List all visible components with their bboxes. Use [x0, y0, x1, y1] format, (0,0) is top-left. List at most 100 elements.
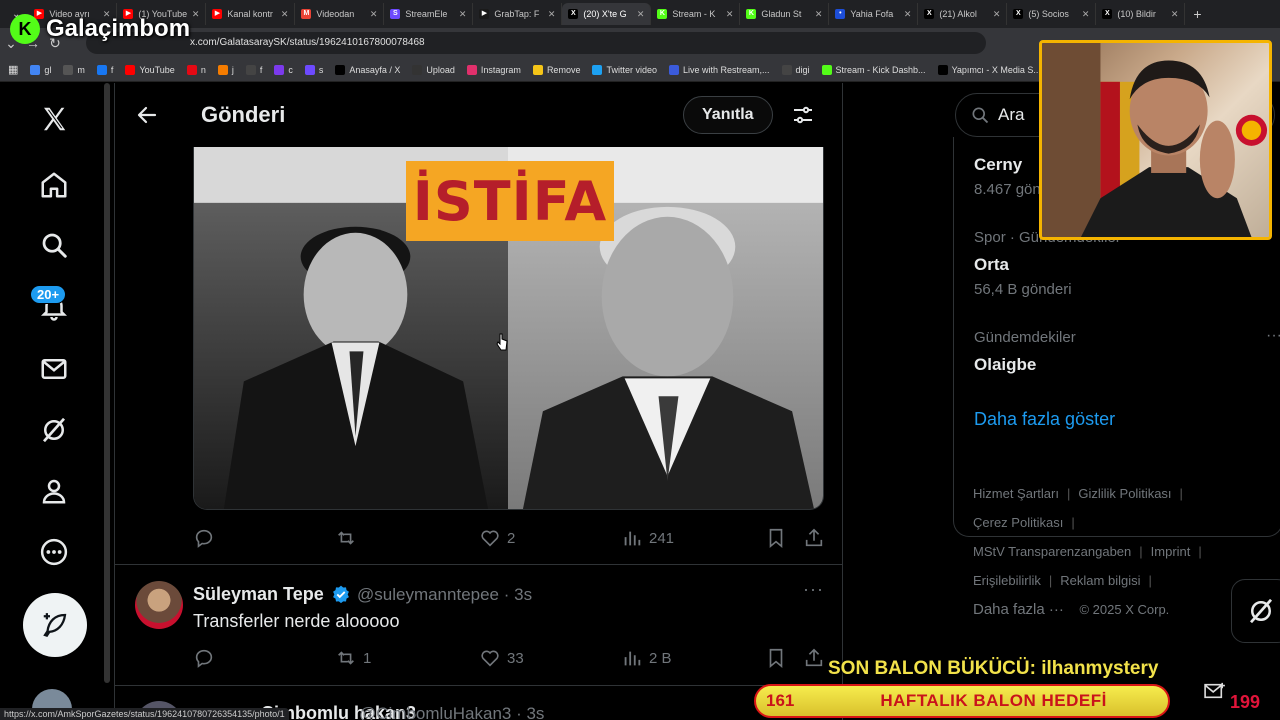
bookmark-item[interactable]: Live with Restream,... [668, 64, 770, 75]
tab-close-icon[interactable]: ✕ [637, 9, 645, 20]
bookmark-label: j [231, 64, 234, 75]
browser-tab[interactable]: X (10) Bildir ✕ [1096, 3, 1186, 25]
bookmark-favicon-icon [412, 64, 423, 75]
sliders-settings-icon[interactable] [791, 103, 815, 127]
tab-close-icon[interactable]: ✕ [904, 9, 912, 20]
bookmark-item[interactable]: gl [30, 64, 51, 75]
tab-close-icon[interactable]: ✕ [459, 9, 467, 20]
bookmark-item[interactable]: Stream - Kick Dashb... [821, 64, 926, 75]
profile-icon[interactable] [36, 473, 72, 509]
bookmark-item[interactable]: digi [781, 64, 810, 75]
grok-icon[interactable] [36, 412, 72, 448]
bookmark-item[interactable]: m [63, 64, 85, 75]
show-more-link[interactable]: Daha fazla göster [974, 409, 1115, 430]
url-field[interactable]: x.com/GalatasaraySK/status/1962410167800… [86, 32, 986, 54]
bookmark-action[interactable] [765, 527, 787, 549]
home-icon[interactable] [36, 167, 72, 203]
tab-close-icon[interactable]: ✕ [1082, 9, 1090, 20]
repost-action[interactable] [335, 527, 363, 549]
tab-favicon-icon: X [568, 9, 579, 19]
more-options-icon[interactable] [36, 534, 72, 570]
footer-link[interactable]: Erişilebilirlik [973, 573, 1041, 588]
share-action[interactable] [803, 527, 825, 549]
left-scrollbar[interactable] [104, 83, 110, 683]
repost-icon [338, 651, 354, 665]
footer-link[interactable]: Imprint [1151, 544, 1191, 559]
bookmark-item[interactable]: f [245, 64, 262, 75]
bookmark-item[interactable]: Twitter video [592, 64, 657, 75]
x-logo-icon[interactable] [36, 101, 72, 137]
tab-close-icon[interactable]: ✕ [1171, 9, 1179, 20]
bookmark-item[interactable]: Anasayfa / X [335, 64, 400, 75]
trend-name[interactable]: Cerny [974, 155, 1022, 175]
bookmark-item[interactable]: f [96, 64, 113, 75]
reply-action[interactable] [193, 527, 221, 549]
trend-name[interactable]: Orta [974, 255, 1009, 275]
bookmark-item[interactable]: Upload [412, 64, 455, 75]
new-tab-button[interactable]: + [1185, 6, 1209, 22]
search-input[interactable]: Ara [998, 105, 1024, 125]
webcam-overlay [1039, 40, 1272, 240]
tab-close-icon[interactable]: ✕ [993, 9, 1001, 20]
footer-more-link[interactable]: Daha fazla ··· [973, 601, 1064, 618]
tab-close-icon[interactable]: ✕ [726, 9, 734, 20]
like-action[interactable]: 33 [479, 647, 524, 669]
bookmark-favicon-icon [30, 64, 41, 75]
footer-link[interactable]: MStV Transparenzangaben [973, 544, 1131, 559]
reply-author-handle[interactable]: @CimbomluHakan3 · 3s [359, 704, 544, 720]
footer-link[interactable]: Hizmet Şartları [973, 486, 1059, 501]
bookmark-action[interactable] [765, 647, 787, 669]
bookmark-label: m [77, 64, 85, 75]
apps-grid-icon[interactable]: ▦ [8, 63, 18, 76]
bookmark-item[interactable]: Yapımcı - X Media S... [937, 64, 1041, 75]
tab-favicon-icon: X [1102, 9, 1113, 19]
trend-more-dots-icon[interactable]: ··· [1266, 327, 1280, 345]
trend-name[interactable]: Olaigbe [974, 355, 1036, 375]
messages-mail-icon[interactable] [36, 351, 72, 387]
browser-tab[interactable]: ▶ Kanal kontr ✕ [206, 3, 296, 25]
footer-link[interactable]: Gizlilik Politikası [1078, 486, 1171, 501]
back-arrow-icon[interactable] [135, 103, 159, 127]
reply-author-avatar[interactable] [135, 581, 183, 629]
tab-close-icon[interactable]: ✕ [815, 9, 823, 20]
like-action[interactable]: 2 [479, 527, 515, 549]
browser-tab[interactable]: K Gladun St ✕ [740, 3, 830, 25]
browser-tab[interactable]: X (21) Alkol ✕ [918, 3, 1008, 25]
search-icon[interactable] [36, 227, 72, 263]
bookmark-item[interactable]: j [217, 64, 234, 75]
browser-tab[interactable]: S StreamEle ✕ [384, 3, 474, 25]
tab-close-icon[interactable]: ✕ [192, 9, 200, 20]
tab-close-icon[interactable]: ✕ [281, 9, 289, 20]
views-action[interactable]: 2 B [621, 647, 672, 669]
footer-link[interactable]: Çerez Politikası [973, 515, 1063, 530]
browser-tab[interactable]: X (5) Socios ✕ [1007, 3, 1097, 25]
reply-author-handle[interactable]: @suleymanntepee · 3s [357, 585, 532, 605]
reply-action[interactable] [193, 647, 221, 669]
bookmark-favicon-icon [668, 64, 679, 75]
divider [115, 685, 842, 686]
bookmark-item[interactable]: YouTube [125, 64, 175, 75]
tab-close-icon[interactable]: ✕ [548, 9, 556, 20]
bookmark-item[interactable]: Remove [532, 64, 580, 75]
browser-tab[interactable]: X (20) X'te G ✕ [562, 3, 652, 25]
repost-action[interactable]: 1 [335, 647, 371, 669]
post-media-image[interactable]: İSTİFA [193, 147, 824, 510]
browser-tab[interactable]: ▶ GrabTap: F ✕ [473, 3, 563, 25]
compose-post-button[interactable] [23, 593, 87, 657]
bookmark-item[interactable]: s [304, 64, 323, 75]
footer-separator: | [1148, 573, 1152, 588]
share-action[interactable] [803, 647, 825, 669]
browser-tab[interactable]: • Yahia Fofa ✕ [829, 3, 919, 25]
bookmark-item[interactable]: n [186, 64, 206, 75]
bookmark-item[interactable]: Instagram [466, 64, 521, 75]
footer-link[interactable]: Reklam bilgisi [1060, 573, 1140, 588]
tab-close-icon[interactable]: ✕ [370, 9, 378, 20]
reply-author-name[interactable]: Süleyman Tepe [193, 584, 324, 605]
bookmark-item[interactable]: c [274, 64, 293, 75]
browser-tab[interactable]: K Stream - K ✕ [651, 3, 741, 25]
browser-tab[interactable]: M Videodan ✕ [295, 3, 385, 25]
views-action[interactable]: 241 [621, 527, 674, 549]
more-dots-icon[interactable]: ··· [803, 579, 824, 600]
reply-button[interactable]: Yanıtla [683, 96, 773, 134]
grok-chat-button[interactable] [1231, 579, 1280, 643]
